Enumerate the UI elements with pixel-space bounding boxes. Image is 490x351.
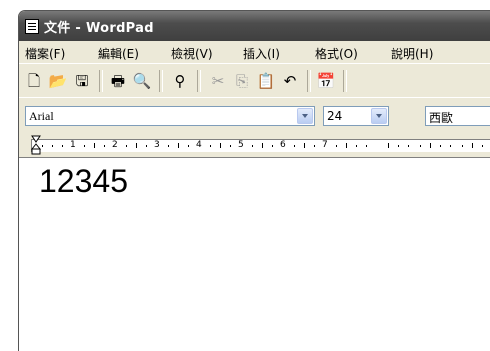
document-area[interactable]: 12345 (19, 157, 490, 351)
font-size-value: 24 (327, 109, 343, 123)
toolbar-separator (99, 70, 103, 92)
document-text[interactable]: 12345 (39, 163, 128, 200)
copy-icon[interactable]: ⎘ (233, 72, 251, 90)
standard-toolbar: 🗋 📂 🖫 🖶 🔍 ⚲ ✂ ⎘ 📋 ↶ 📅 (19, 63, 490, 99)
script-combobox[interactable]: 西歐 (425, 106, 490, 126)
insert-datetime-icon[interactable]: 📅 (317, 72, 336, 90)
menu-insert[interactable]: 插入(I) (243, 45, 280, 62)
print-icon[interactable]: 🖶 (109, 72, 127, 90)
font-name-value: Arial (29, 109, 54, 123)
new-document-icon[interactable]: 🗋 (25, 72, 43, 90)
ruler[interactable]: 1 2 3 4 5 6 7 (31, 139, 490, 152)
ruler-label: 7 (322, 140, 328, 150)
save-disk-icon[interactable]: 🖫 (73, 72, 91, 90)
menu-format[interactable]: 格式(O) (315, 45, 358, 62)
script-value: 西歐 (429, 111, 454, 125)
font-name-combobox[interactable]: Arial (25, 106, 315, 126)
paste-icon[interactable]: 📋 (257, 72, 276, 90)
toolbar-separator (159, 70, 163, 92)
format-bar: Arial 24 西歐 (19, 97, 490, 135)
toolbar-separator (307, 70, 311, 92)
ruler-label: 3 (154, 140, 160, 150)
open-folder-icon[interactable]: 📂 (49, 72, 68, 90)
ruler-label: 1 (70, 140, 76, 150)
indent-marker-icon[interactable] (31, 135, 41, 155)
menu-view[interactable]: 檢視(V) (171, 45, 213, 62)
size-dropdown-arrow-icon[interactable] (371, 108, 387, 124)
find-binoculars-icon[interactable]: ⚲ (171, 72, 189, 90)
window-title: 文件 - WordPad (44, 21, 154, 36)
title-bar[interactable]: 文件 - WordPad (19, 11, 490, 41)
menu-edit[interactable]: 編輯(E) (98, 45, 139, 62)
ruler-label: 5 (238, 140, 244, 150)
menu-help[interactable]: 說明(H) (391, 45, 433, 62)
menu-bar: 檔案(F) 編輯(E) 檢視(V) 插入(I) 格式(O) 說明(H) (19, 41, 490, 63)
wordpad-window: 文件 - WordPad 檔案(F) 編輯(E) 檢視(V) 插入(I) 格式(… (18, 10, 490, 351)
print-preview-icon[interactable]: 🔍 (133, 72, 152, 90)
ruler-label: 4 (196, 140, 202, 150)
toolbar-separator (343, 70, 347, 92)
wordpad-app-icon[interactable] (25, 19, 39, 34)
menu-file[interactable]: 檔案(F) (25, 45, 65, 62)
ruler-label: 2 (112, 140, 118, 150)
undo-icon[interactable]: ↶ (281, 72, 299, 90)
toolbar-separator (197, 70, 201, 92)
cut-scissors-icon[interactable]: ✂ (209, 72, 227, 90)
ruler-label: 6 (280, 140, 286, 150)
font-size-combobox[interactable]: 24 (323, 106, 389, 126)
font-dropdown-arrow-icon[interactable] (297, 108, 313, 124)
ruler-bar: 1 2 3 4 5 6 7 (19, 133, 490, 157)
